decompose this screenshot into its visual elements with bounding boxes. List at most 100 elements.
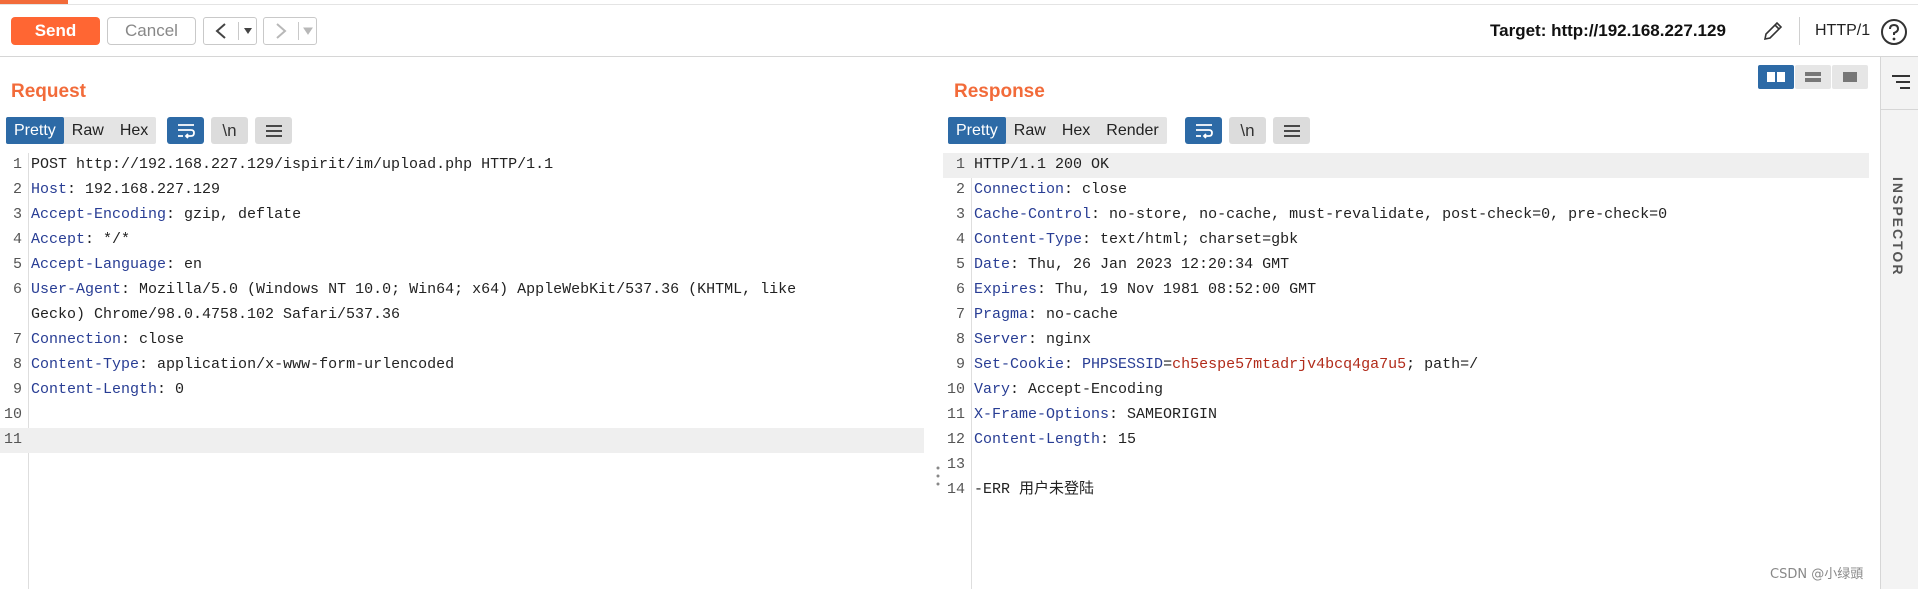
request-newline-button[interactable]: \n: [211, 117, 248, 144]
line-number: 2: [12, 181, 22, 198]
columns-icon: [1767, 72, 1785, 82]
header-value: en: [175, 256, 203, 273]
http-version-toggle[interactable]: HTTP/1: [1815, 22, 1870, 40]
header-value: [1073, 356, 1082, 373]
rows-icon: [1805, 72, 1821, 82]
history-forward-control[interactable]: [263, 17, 317, 45]
response-menu-button[interactable]: [1273, 117, 1310, 144]
header-colon: :: [1091, 206, 1101, 223]
request-word-wrap-button[interactable]: [167, 117, 204, 144]
caret-down-icon[interactable]: [239, 27, 256, 35]
header-value: Thu, 19 Nov 1981 08:52:00 GMT: [1046, 281, 1317, 298]
line-content: -ERR 用户未登陆: [974, 478, 1094, 502]
layout-side-by-side-button[interactable]: [1758, 65, 1794, 89]
header-value: -ERR 用户未登陆: [974, 481, 1095, 498]
response-word-wrap-button[interactable]: [1185, 117, 1222, 144]
inspector-menu-icon[interactable]: [1890, 73, 1912, 91]
line-number: 2: [955, 181, 965, 198]
line-number: 11: [946, 406, 965, 423]
line-number: 10: [3, 406, 22, 423]
editor-line[interactable]: 8 Server: nginx: [943, 328, 1869, 353]
editor-line[interactable]: 11 X-Frame-Options: SAMEORIGIN: [943, 403, 1869, 428]
line-number: 9: [955, 356, 965, 373]
editor-line[interactable]: 12 Content-Length: 15: [943, 428, 1869, 453]
line-number: 10: [946, 381, 965, 398]
send-button[interactable]: Send: [11, 17, 100, 45]
editor-line[interactable]: 11: [0, 428, 924, 453]
chevron-right-icon[interactable]: [264, 22, 298, 40]
caret-down-icon[interactable]: [299, 27, 316, 35]
response-tab-hex[interactable]: Hex: [1054, 117, 1098, 144]
single-pane-icon: [1843, 72, 1857, 82]
response-tab-render[interactable]: Render: [1098, 117, 1166, 144]
editor-line[interactable]: 3 Accept-Encoding: gzip, deflate: [0, 203, 924, 228]
editor-line[interactable]: 10 Vary: Accept-Encoding: [943, 378, 1869, 403]
editor-line[interactable]: 2 Connection: close: [943, 178, 1869, 203]
header-name: Vary: [974, 381, 1011, 398]
editor-line[interactable]: 7 Pragma: no-cache: [943, 303, 1869, 328]
help-circle-icon[interactable]: [1880, 18, 1908, 46]
line-content: Connection: close: [974, 178, 1127, 202]
line-content: HTTP/1.1 200 OK: [974, 153, 1109, 177]
pane-splitter-handle[interactable]: [936, 465, 940, 487]
header-colon: :: [1109, 406, 1119, 423]
editor-line[interactable]: 5 Accept-Language: en: [0, 253, 924, 278]
header-name: Date: [974, 256, 1011, 273]
cancel-button[interactable]: Cancel: [107, 17, 196, 45]
editor-line[interactable]: 5 Date: Thu, 26 Jan 2023 12:20:34 GMT: [943, 253, 1869, 278]
response-editor[interactable]: 1 HTTP/1.1 200 OK 2 Connection: close 3 Cache…: [943, 153, 1869, 503]
request-tab-raw[interactable]: Raw: [64, 117, 112, 144]
line-number: 6: [955, 281, 965, 298]
cookie-name: PHPSESSID: [1082, 356, 1164, 373]
editor-line[interactable]: 1 POST http://192.168.227.129/ispirit/im/…: [0, 153, 924, 178]
request-editor[interactable]: 1 POST http://192.168.227.129/ispirit/im/…: [0, 153, 924, 453]
response-tab-raw[interactable]: Raw: [1006, 117, 1054, 144]
line-number: 6: [12, 281, 22, 298]
header-name: Content-Type: [974, 231, 1083, 248]
header-name: User-Agent: [31, 281, 122, 298]
response-view-tabs: Pretty Raw Hex Render: [948, 117, 1167, 144]
header-value: nginx: [1037, 331, 1092, 348]
editor-line[interactable]: 4 Accept: */*: [0, 228, 924, 253]
toolbar-divider: [1799, 17, 1800, 45]
history-back-control[interactable]: [203, 17, 257, 45]
request-tab-pretty[interactable]: Pretty: [6, 117, 64, 144]
target-label: Target: http://192.168.227.129: [1490, 21, 1726, 40]
inspector-sidebar[interactable]: INSPECTOR: [1880, 57, 1918, 589]
editor-line[interactable]: 8 Content-Type: application/x-www-form-ur…: [0, 353, 924, 378]
pencil-icon[interactable]: [1761, 19, 1785, 43]
inspector-tab[interactable]: INSPECTOR: [1890, 177, 1906, 276]
word-wrap-icon: [1195, 123, 1213, 139]
editor-line[interactable]: 6 User-Agent: Mozilla/5.0 (Windows NT 10.…: [0, 278, 924, 303]
editor-line[interactable]: Gecko) Chrome/98.0.4758.102 Safari/537.3…: [0, 303, 924, 328]
editor-line[interactable]: 1 HTTP/1.1 200 OK: [943, 153, 1869, 178]
header-value: 192.168.227.129: [76, 181, 221, 198]
line-content: Gecko) Chrome/98.0.4758.102 Safari/537.3…: [31, 303, 400, 327]
header-colon: :: [85, 231, 95, 248]
editor-line[interactable]: 9 Content-Length: 0: [0, 378, 924, 403]
editor-line[interactable]: 2 Host: 192.168.227.129: [0, 178, 924, 203]
line-content: Host: 192.168.227.129: [31, 178, 220, 202]
editor-line[interactable]: 6 Expires: Thu, 19 Nov 1981 08:52:00 GMT: [943, 278, 1869, 303]
header-value: application/x-www-form-urlencoded: [148, 356, 455, 373]
line-number: 8: [12, 356, 22, 373]
editor-line[interactable]: 3 Cache-Control: no-store, no-cache, must…: [943, 203, 1869, 228]
editor-line[interactable]: 14 -ERR 用户未登陆: [943, 478, 1869, 503]
response-tab-pretty[interactable]: Pretty: [948, 117, 1006, 144]
response-newline-button[interactable]: \n: [1229, 117, 1266, 144]
header-colon: :: [1010, 256, 1020, 273]
header-colon: :: [1100, 431, 1110, 448]
chevron-left-icon[interactable]: [204, 22, 238, 40]
request-menu-button[interactable]: [255, 117, 292, 144]
editor-line[interactable]: 9 Set-Cookie: PHPSESSID=ch5espe57mtadrjv4…: [943, 353, 1869, 378]
layout-stacked-button[interactable]: [1795, 65, 1831, 89]
header-value: gzip, deflate: [175, 206, 302, 223]
word-wrap-icon: [177, 123, 195, 139]
request-tab-hex[interactable]: Hex: [112, 117, 156, 144]
editor-line[interactable]: 13: [943, 453, 1869, 478]
editor-line[interactable]: 10: [0, 403, 924, 428]
editor-line[interactable]: 7 Connection: close: [0, 328, 924, 353]
editor-line[interactable]: 4 Content-Type: text/html; charset=gbk: [943, 228, 1869, 253]
layout-tabs-button[interactable]: [1832, 65, 1868, 89]
line-number: 9: [12, 381, 22, 398]
